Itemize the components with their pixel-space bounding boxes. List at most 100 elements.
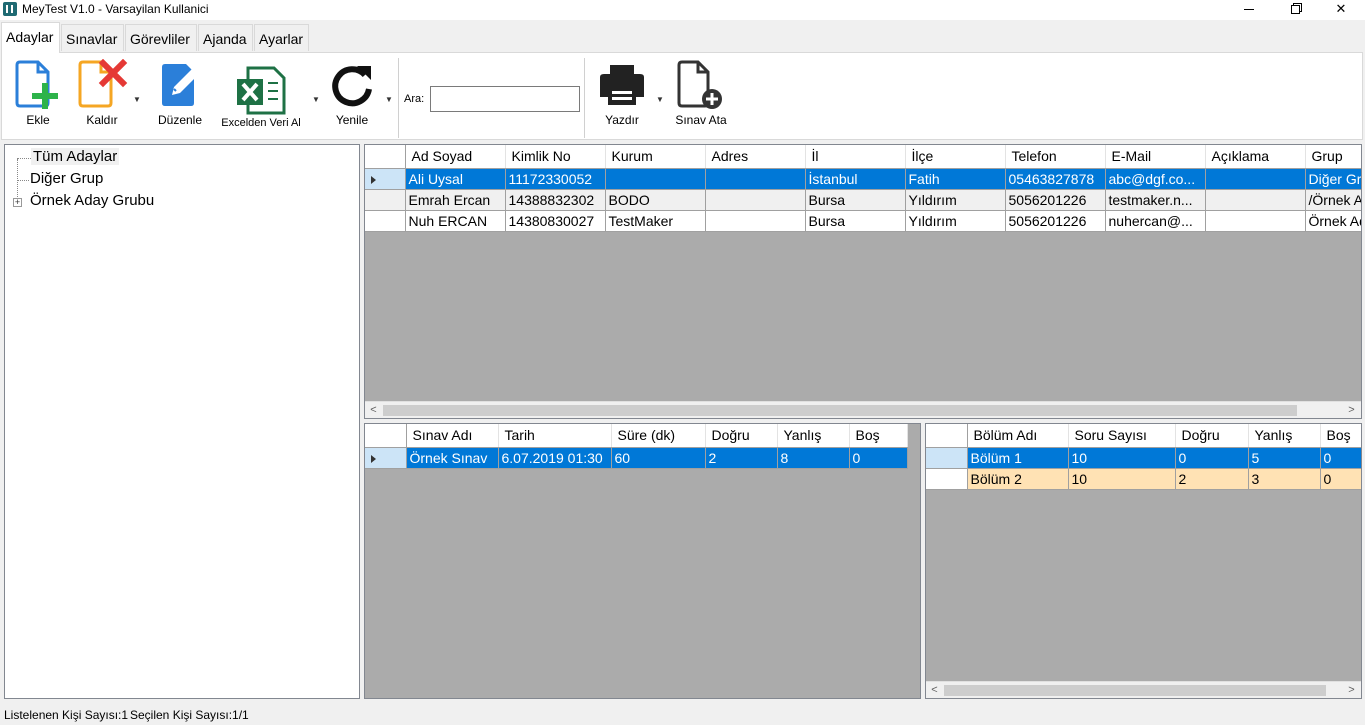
table-cell[interactable]: 14380830027 (505, 210, 606, 232)
scroll-thumb[interactable] (383, 405, 1297, 416)
table-cell[interactable]: 5056201226 (1005, 210, 1106, 232)
search-input[interactable] (430, 86, 580, 112)
table-cell[interactable]: 5 (1248, 447, 1321, 469)
table-cell[interactable]: Bursa (805, 210, 906, 232)
maximize-button[interactable] (1272, 0, 1318, 20)
row-header[interactable] (926, 468, 968, 490)
table-cell[interactable]: 0 (1320, 447, 1361, 469)
column-header[interactable]: Telefon (1005, 145, 1106, 169)
column-header[interactable]: Adres (705, 145, 806, 169)
table-cell[interactable] (605, 168, 706, 190)
import-dropdown-icon[interactable]: ▼ (312, 95, 320, 104)
tab-sinavlar[interactable]: Sınavlar (61, 24, 124, 51)
column-header[interactable]: Kurum (605, 145, 706, 169)
table-cell[interactable] (1205, 168, 1306, 190)
column-header[interactable]: Tarih (498, 424, 612, 448)
close-button[interactable]: ✕ (1318, 0, 1364, 20)
candidates-hscrollbar[interactable]: < > (365, 401, 1361, 418)
table-cell[interactable]: Emrah Ercan (405, 189, 506, 211)
column-header[interactable]: İlçe (905, 145, 1006, 169)
table-cell[interactable]: Bursa (805, 189, 906, 211)
table-cell[interactable]: Yıldırım (905, 189, 1006, 211)
print-button[interactable]: Yazdır (594, 57, 650, 137)
table-cell[interactable]: Nuh ERCAN (405, 210, 506, 232)
exams-grid[interactable]: Sınav Adı Tarih Süre (dk) Doğru Yanlış B… (364, 423, 921, 699)
scroll-left-icon[interactable]: < (926, 683, 943, 698)
tab-ajanda[interactable]: Ajanda (198, 24, 253, 51)
table-cell[interactable]: İstanbul (805, 168, 906, 190)
tab-gorevliler[interactable]: Görevliler (125, 24, 197, 51)
table-row[interactable]: Nuh ERCAN 14380830027 TestMaker Bursa Yı… (365, 210, 1361, 232)
table-cell[interactable]: nuhercan@... (1105, 210, 1206, 232)
table-cell[interactable]: Bölüm 2 (967, 468, 1069, 490)
tab-adaylar[interactable]: Adaylar (1, 22, 60, 53)
table-cell[interactable]: 0 (849, 447, 908, 469)
tree-item-diger-grup[interactable]: Diğer Grup (30, 170, 103, 187)
table-cell[interactable]: 05463827878 (1005, 168, 1106, 190)
column-header[interactable]: Grup (1305, 145, 1361, 169)
table-cell[interactable]: 10 (1068, 447, 1176, 469)
table-cell[interactable]: TestMaker (605, 210, 706, 232)
column-header[interactable]: Boş (849, 424, 908, 448)
table-cell[interactable]: Örnek Sınav (406, 447, 499, 469)
table-cell[interactable]: 2 (1175, 468, 1249, 490)
table-cell[interactable]: abc@dgf.co... (1105, 168, 1206, 190)
remove-dropdown-icon[interactable]: ▼ (133, 95, 141, 104)
remove-button[interactable]: Kaldır (72, 57, 132, 137)
scroll-right-icon[interactable]: > (1343, 403, 1360, 418)
table-row[interactable]: Bölüm 2 10 2 3 0 (926, 468, 1361, 490)
expand-icon[interactable]: + (13, 198, 22, 207)
column-header[interactable]: İl (805, 145, 906, 169)
table-cell[interactable]: testmaker.n... (1105, 189, 1206, 211)
column-header[interactable]: Ad Soyad (405, 145, 506, 169)
print-dropdown-icon[interactable]: ▼ (656, 95, 664, 104)
scroll-right-icon[interactable]: > (1343, 683, 1360, 698)
tab-ayarlar[interactable]: Ayarlar (254, 24, 309, 51)
table-cell[interactable]: 3 (1248, 468, 1321, 490)
column-header[interactable]: Açıklama (1205, 145, 1306, 169)
table-cell[interactable]: 10 (1068, 468, 1176, 490)
minimize-button[interactable] (1226, 0, 1272, 20)
table-row[interactable]: Bölüm 1 10 0 5 0 (926, 447, 1361, 469)
refresh-button[interactable]: Yenile (324, 57, 380, 137)
table-cell[interactable]: 8 (777, 447, 850, 469)
add-button[interactable]: Ekle (10, 57, 66, 137)
import-excel-button[interactable]: Excelden Veri Al (216, 57, 306, 137)
candidates-grid[interactable]: Ad Soyad Kimlik No Kurum Adres İl İlçe T… (364, 144, 1362, 419)
table-cell[interactable]: 2 (705, 447, 778, 469)
row-header[interactable] (926, 447, 968, 469)
column-header[interactable]: Yanlış (777, 424, 850, 448)
table-cell[interactable] (705, 189, 806, 211)
table-cell[interactable]: /Örnek Aday Grubu (1305, 189, 1361, 211)
tree-item-ornek-aday-grubu[interactable]: Örnek Aday Grubu (30, 192, 154, 209)
table-cell[interactable]: 11172330052 (505, 168, 606, 190)
column-header[interactable]: Doğru (705, 424, 778, 448)
table-cell[interactable]: 0 (1320, 468, 1361, 490)
group-tree[interactable]: Tüm Adaylar Diğer Grup + Örnek Aday Grub… (4, 144, 360, 699)
table-cell[interactable]: 5056201226 (1005, 189, 1106, 211)
row-header[interactable] (365, 447, 407, 469)
table-cell[interactable]: Yıldırım (905, 210, 1006, 232)
tree-item-tum-adaylar[interactable]: Tüm Adaylar (31, 148, 120, 165)
refresh-dropdown-icon[interactable]: ▼ (385, 95, 393, 104)
assign-exam-button[interactable]: Sınav Ata (670, 57, 732, 137)
table-cell[interactable]: Örnek Aday Grubu (1305, 210, 1361, 232)
column-header[interactable]: Kimlik No (505, 145, 606, 169)
column-header[interactable]: Doğru (1175, 424, 1249, 448)
table-cell[interactable] (705, 168, 806, 190)
sections-hscrollbar[interactable]: < > (926, 681, 1361, 698)
table-cell[interactable]: 60 (611, 447, 706, 469)
column-header[interactable]: Boş (1320, 424, 1361, 448)
table-cell[interactable] (1205, 210, 1306, 232)
column-header[interactable]: Süre (dk) (611, 424, 706, 448)
table-cell[interactable]: Diğer Grup (1305, 168, 1361, 190)
column-header[interactable]: Sınav Adı (406, 424, 499, 448)
table-row[interactable]: Emrah Ercan 14388832302 BODO Bursa Yıldı… (365, 189, 1361, 211)
table-cell[interactable]: 6.07.2019 01:30 (498, 447, 612, 469)
table-cell[interactable] (1205, 189, 1306, 211)
scroll-left-icon[interactable]: < (365, 403, 382, 418)
column-header[interactable]: Bölüm Adı (967, 424, 1069, 448)
table-cell[interactable]: 14388832302 (505, 189, 606, 211)
table-cell[interactable]: Fatih (905, 168, 1006, 190)
column-header[interactable]: Yanlış (1248, 424, 1321, 448)
